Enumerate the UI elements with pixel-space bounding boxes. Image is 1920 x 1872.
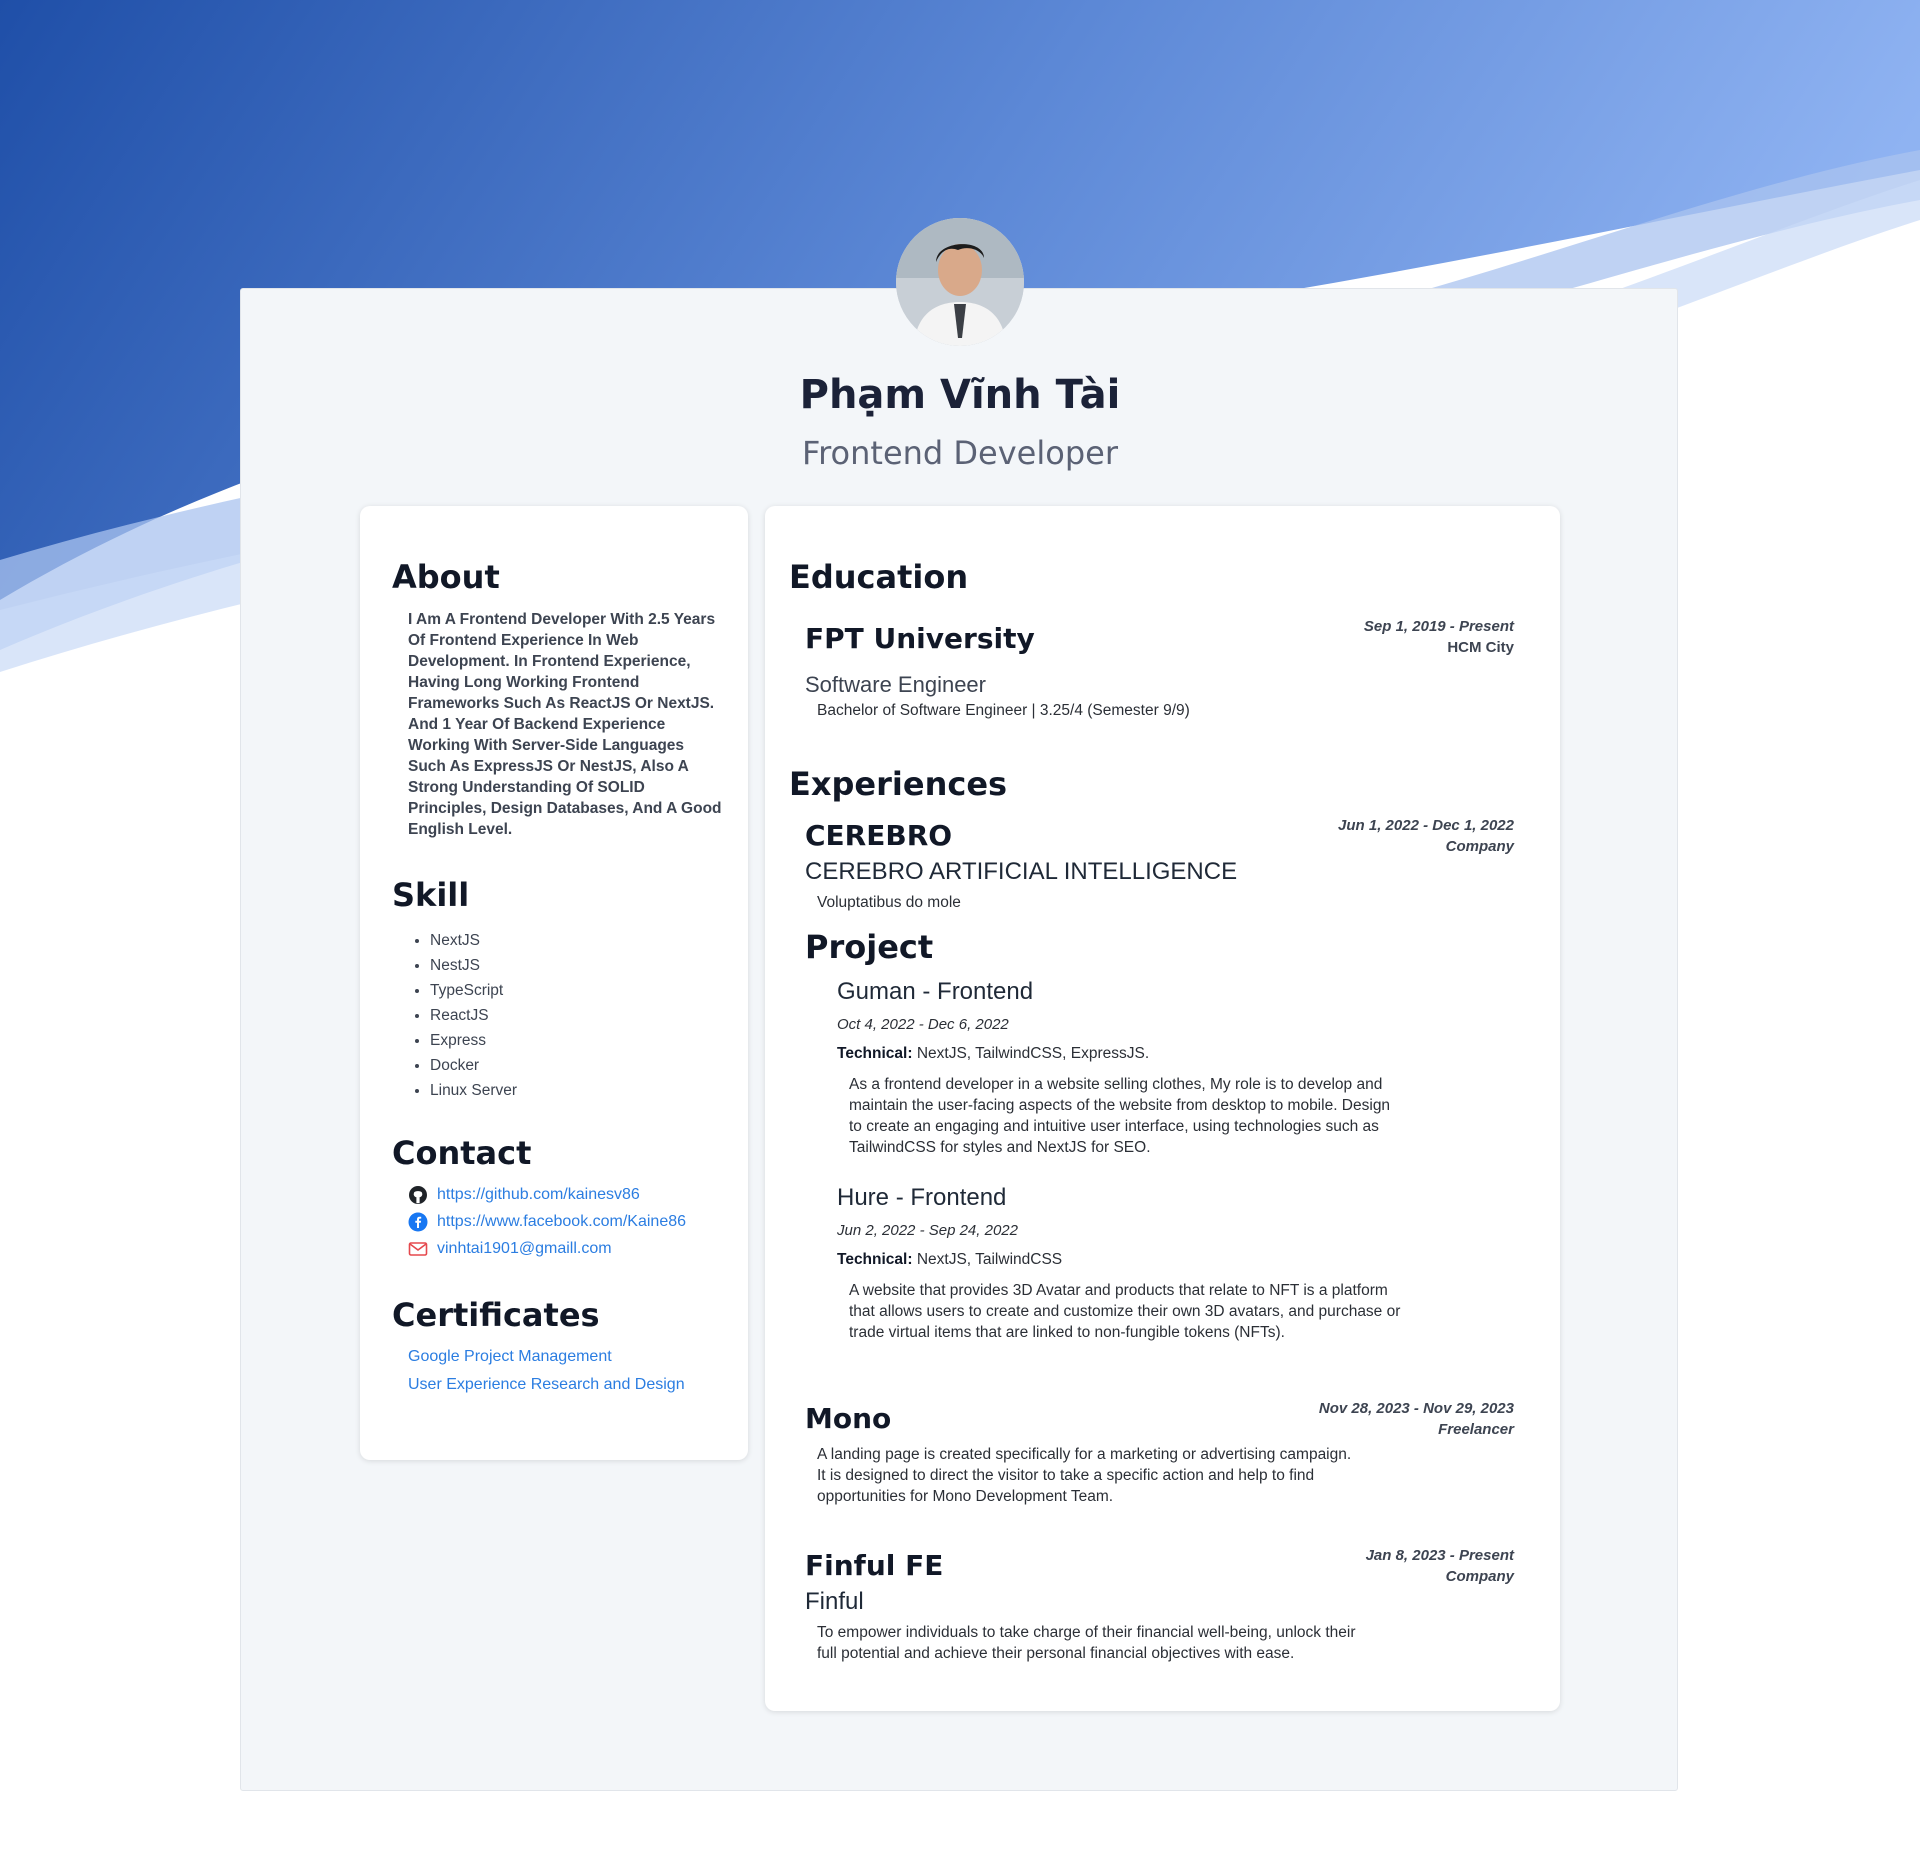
- about-line: I Am A Frontend Developer With 2.5 Years: [408, 611, 716, 628]
- skill-item: Linux Server: [430, 1078, 517, 1103]
- skill-item: ReactJS: [430, 1003, 517, 1028]
- education-detail: Bachelor of Software Engineer | 3.25/4 (…: [817, 702, 1190, 719]
- experience-type: Freelancer: [1438, 1421, 1514, 1438]
- education-date: Sep 1, 2019 - Present: [1363, 618, 1514, 635]
- about-line: Having Long Working Frontend: [408, 674, 640, 691]
- facebook-link[interactable]: https://www.facebook.com/Kaine86: [437, 1213, 686, 1231]
- project-heading: Project: [805, 928, 934, 966]
- education-heading: Education: [789, 558, 969, 596]
- project-desc: A website that provides 3D Avatar and pr…: [849, 1280, 1400, 1343]
- technical-value: NextJS, TailwindCSS, ExpressJS.: [916, 1045, 1150, 1062]
- project-desc: As a frontend developer in a website sel…: [849, 1074, 1390, 1158]
- project-date: Oct 4, 2022 - Dec 6, 2022: [837, 1016, 1009, 1033]
- skill-item: Express: [430, 1028, 517, 1053]
- technical-value: NextJS, TailwindCSS: [916, 1251, 1063, 1268]
- experience-desc: To empower individuals to take charge of…: [817, 1622, 1355, 1664]
- about-text: I Am A Frontend Developer With 2.5 Years…: [408, 609, 728, 840]
- education-school: FPT University: [805, 622, 1035, 655]
- project-title: Guman - Frontend: [837, 978, 1034, 1005]
- email-link[interactable]: vinhtai1901@gmaill.com: [437, 1240, 612, 1258]
- project-date: Jun 2, 2022 - Sep 24, 2022: [837, 1222, 1018, 1239]
- project-title: Hure - Frontend: [837, 1184, 1007, 1211]
- about-line: And 1 Year Of Backend Experience: [408, 716, 666, 733]
- right-column-card: Education FPT University Sep 1, 2019 - P…: [765, 506, 1560, 1711]
- certificates-heading: Certificates: [392, 1296, 600, 1334]
- experiences-heading: Experiences: [789, 765, 1008, 803]
- about-line: Principles, Design Databases, And A Good: [408, 800, 722, 817]
- about-line: Development. In Frontend Experience,: [408, 653, 691, 670]
- desc-line: full potential and achieve their persona…: [817, 1645, 1295, 1662]
- left-column-card: About I Am A Frontend Developer With 2.5…: [360, 506, 748, 1460]
- skill-item: NestJS: [430, 953, 517, 978]
- github-icon: [409, 1186, 427, 1204]
- skill-item: NextJS: [430, 928, 517, 953]
- facebook-icon: [408, 1212, 428, 1232]
- desc-line: A website that provides 3D Avatar and pr…: [849, 1282, 1388, 1299]
- desc-line: A landing page is created specifically f…: [817, 1446, 1352, 1463]
- desc-line: TailwindCSS for styles and NextJS for SE…: [849, 1139, 1151, 1156]
- experience-date: Nov 28, 2023 - Nov 29, 2023: [1318, 1400, 1514, 1417]
- experience-desc: A landing page is created specifically f…: [817, 1444, 1351, 1507]
- experience-date: Jan 8, 2023 - Present: [1365, 1547, 1514, 1564]
- desc-line: As a frontend developer in a website sel…: [849, 1076, 1383, 1093]
- experience-date: Jun 1, 2022 - Dec 1, 2022: [1338, 817, 1514, 834]
- about-line: Of Frontend Experience In Web: [408, 632, 639, 649]
- education-location: HCM City: [1447, 639, 1514, 656]
- technical-label: Technical:: [837, 1251, 913, 1268]
- skill-heading: Skill: [392, 876, 470, 914]
- desc-line: trade virtual items that are linked to n…: [849, 1324, 1285, 1341]
- contact-facebook[interactable]: https://www.facebook.com/Kaine86: [408, 1211, 686, 1233]
- avatar: [896, 218, 1024, 346]
- about-heading: About: [392, 558, 500, 596]
- skill-item: Docker: [430, 1053, 517, 1078]
- experience-type: Company: [1445, 838, 1514, 855]
- experience-desc: Voluptatibus do mole: [817, 894, 961, 911]
- skill-list: NextJS NestJS TypeScript ReactJS Express…: [404, 928, 517, 1103]
- experience-company: CEREBRO ARTIFICIAL INTELLIGENCE: [805, 858, 1238, 885]
- desc-line: that allows users to create and customiz…: [849, 1303, 1401, 1320]
- desc-line: to create an engaging and intuitive user…: [849, 1118, 1379, 1135]
- about-line: Strong Understanding Of SOLID: [408, 779, 645, 796]
- contact-email[interactable]: vinhtai1901@gmaill.com: [408, 1238, 612, 1260]
- certificate-link[interactable]: User Experience Research and Design: [408, 1376, 685, 1394]
- experience-name: CEREBRO: [805, 819, 953, 852]
- contact-github[interactable]: https://github.com/kainesv86: [408, 1184, 640, 1206]
- project-technical: Technical: NextJS, TailwindCSS, ExpressJ…: [837, 1045, 1149, 1063]
- avatar-photo: [896, 218, 1024, 346]
- desc-line: maintain the user-facing aspects of the …: [849, 1097, 1391, 1114]
- contact-heading: Contact: [392, 1134, 532, 1172]
- github-link[interactable]: https://github.com/kainesv86: [437, 1186, 640, 1204]
- about-line: Frameworks Such As ReactJS Or NextJS.: [408, 695, 715, 712]
- experience-name: Mono: [805, 1402, 892, 1435]
- about-line: English Level.: [408, 821, 513, 838]
- profile-name: Phạm Vĩnh Tài: [799, 372, 1121, 418]
- project-technical: Technical: NextJS, TailwindCSS: [837, 1251, 1062, 1269]
- desc-line: To empower individuals to take charge of…: [817, 1624, 1356, 1641]
- technical-label: Technical:: [837, 1045, 913, 1062]
- certificate-link[interactable]: Google Project Management: [408, 1348, 612, 1366]
- experience-name: Finful FE: [805, 1549, 944, 1582]
- experience-type: Company: [1445, 1568, 1514, 1585]
- about-line: Working With Server-Side Languages: [408, 737, 685, 754]
- experience-company: Finful: [805, 1588, 864, 1615]
- desc-line: opportunities for Mono Development Team.: [817, 1488, 1114, 1505]
- mail-icon: [408, 1242, 428, 1256]
- desc-line: It is designed to direct the visitor to …: [817, 1467, 1315, 1484]
- education-major: Software Engineer: [805, 672, 986, 697]
- skill-item: TypeScript: [430, 978, 517, 1003]
- profile-role: Frontend Developer: [802, 434, 1118, 472]
- about-line: Such As ExpressJS Or NestJS, Also A: [408, 758, 689, 775]
